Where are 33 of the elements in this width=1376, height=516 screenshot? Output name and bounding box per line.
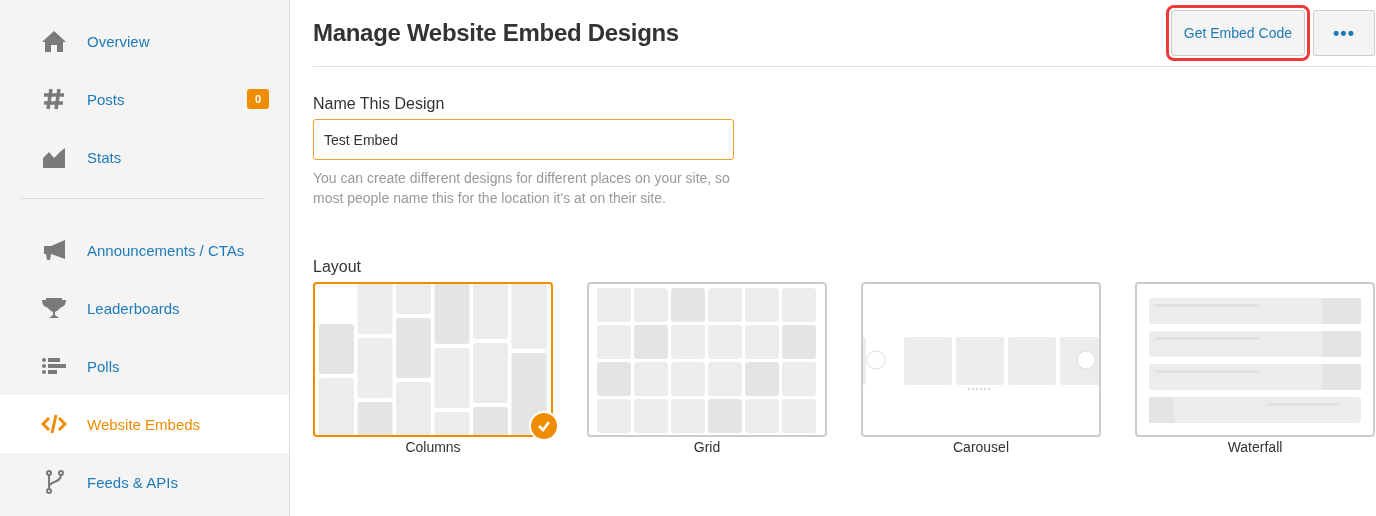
hash-icon <box>41 86 67 112</box>
sidebar-item[interactable]: Website Embeds <box>0 395 289 453</box>
sidebar-item[interactable]: Polls <box>0 337 289 395</box>
sidebar-item[interactable]: Feeds & APIs <box>0 453 289 511</box>
page-title: Manage Website Embed Designs <box>313 19 680 47</box>
sidebar-item-label: Posts <box>87 90 126 108</box>
count-badge: 0 <box>246 89 269 109</box>
more-button[interactable]: ••• <box>1313 10 1375 56</box>
layout-option-label: Columns <box>405 439 461 455</box>
sidebar-item-label: Leaderboards <box>87 299 181 317</box>
sidebar-item-label: Overview <box>87 32 151 50</box>
section-label: Layout <box>313 258 363 276</box>
home-icon <box>41 28 67 54</box>
layout-option-label: Waterfall <box>1227 439 1283 455</box>
sidebar-item[interactable]: Announcements / CTAs <box>0 221 289 279</box>
trophy-icon <box>41 295 67 321</box>
sidebar-item[interactable]: Overview <box>0 12 289 70</box>
layout-option-label: Carousel <box>953 439 1009 455</box>
layout-option-card[interactable] <box>1135 282 1375 437</box>
layout-option-label: Grid <box>693 439 721 455</box>
field-label: Name This Design <box>313 95 446 113</box>
sidebar-item-label: Announcements / CTAs <box>87 241 246 259</box>
sidebar-item[interactable]: Stats <box>0 128 289 186</box>
sidebar-item-label: Stats <box>87 148 123 166</box>
name-input-field[interactable]: Test Embed <box>313 119 734 160</box>
sidebar-item-label: Website Embeds <box>87 415 202 433</box>
sidebar-item[interactable]: Leaderboards <box>0 279 289 337</box>
megaphone-icon <box>41 237 67 263</box>
help-text: You can create different designs for different places on your site, so most people name this for the location it's at on their site. <box>313 169 731 208</box>
sidebar-item-label: Feeds & APIs <box>87 473 179 491</box>
sidebar-item[interactable]: Posts 0 <box>0 70 289 128</box>
sidebar-item-label: Polls <box>87 357 121 375</box>
layout-option-card[interactable] <box>861 282 1101 437</box>
